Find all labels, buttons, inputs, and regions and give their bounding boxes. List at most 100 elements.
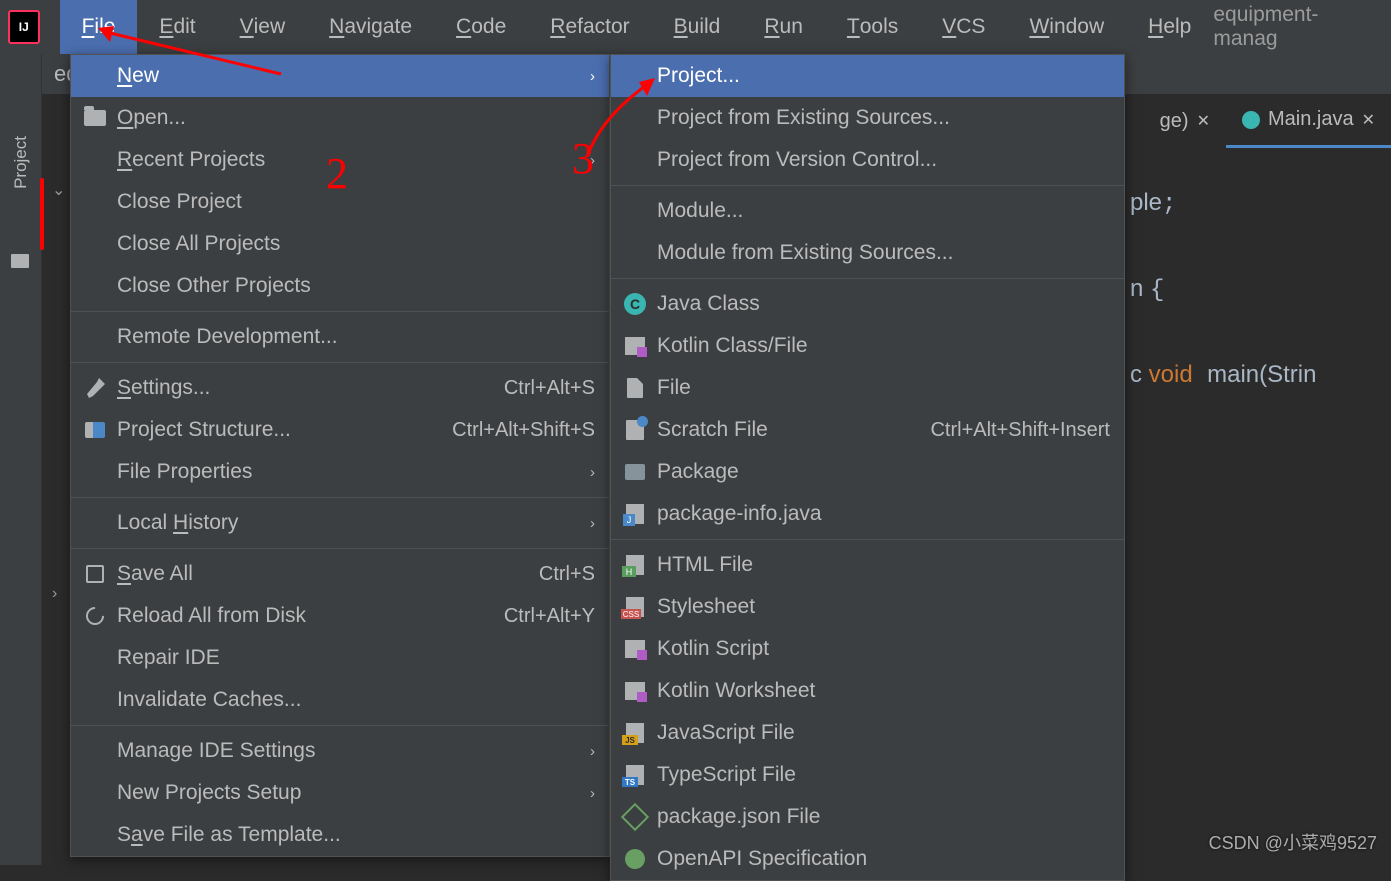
new-menu-item-9[interactable]: File bbox=[611, 367, 1124, 409]
tool-window-sidebar: Project bbox=[0, 54, 42, 865]
tree-expand-icon[interactable]: › bbox=[52, 585, 57, 603]
menu-navigate[interactable]: Navigate bbox=[307, 0, 434, 54]
css-icon bbox=[623, 595, 647, 619]
menu-item-label: Reload All from Disk bbox=[117, 604, 306, 628]
close-icon[interactable]: ✕ bbox=[1197, 111, 1210, 131]
new-menu-item-8[interactable]: Kotlin Class/File bbox=[611, 325, 1124, 367]
menu-item-label: OpenAPI Specification bbox=[657, 847, 867, 871]
shortcut-label: Ctrl+Alt+Shift+Insert bbox=[930, 419, 1110, 442]
menu-code[interactable]: Code bbox=[434, 0, 528, 54]
menu-item-label: TypeScript File bbox=[657, 763, 796, 787]
file-menu-item-13[interactable]: Local History› bbox=[71, 502, 609, 544]
new-menu-item-12[interactable]: package-info.java bbox=[611, 493, 1124, 535]
file-menu-item-0[interactable]: New› bbox=[71, 55, 609, 97]
menubar: IJ FileEditViewNavigateCodeRefactorBuild… bbox=[0, 0, 1391, 54]
new-menu-item-1[interactable]: Project from Existing Sources... bbox=[611, 97, 1124, 139]
menu-view[interactable]: View bbox=[218, 0, 308, 54]
java-class-icon bbox=[1242, 111, 1260, 129]
editor-tab-active[interactable]: Main.java ✕ bbox=[1226, 94, 1391, 148]
file-menu-item-7[interactable]: Remote Development... bbox=[71, 316, 609, 358]
scratch-icon bbox=[623, 418, 647, 442]
new-menu-item-18[interactable]: JavaScript File bbox=[611, 712, 1124, 754]
code-editor[interactable]: ple; n { c void main(Strin bbox=[1130, 182, 1316, 398]
file-menu-item-15[interactable]: Save AllCtrl+S bbox=[71, 553, 609, 595]
shortcut-label: Ctrl+Alt+Shift+S bbox=[452, 419, 595, 442]
menu-edit[interactable]: Edit bbox=[137, 0, 217, 54]
k-icon bbox=[623, 679, 647, 703]
menu-help[interactable]: Help bbox=[1126, 0, 1213, 54]
new-menu-item-17[interactable]: Kotlin Worksheet bbox=[611, 670, 1124, 712]
new-menu-item-15[interactable]: Stylesheet bbox=[611, 586, 1124, 628]
submenu-arrow-icon: › bbox=[590, 515, 595, 532]
file-menu-item-9[interactable]: Settings...Ctrl+Alt+S bbox=[71, 367, 609, 409]
html-icon bbox=[623, 553, 647, 577]
file-menu-item-22[interactable]: Save File as Template... bbox=[71, 814, 609, 856]
menu-item-label: Project Structure... bbox=[117, 418, 291, 442]
file-menu-item-10[interactable]: Project Structure... Ctrl+Alt+Shift+S bbox=[71, 409, 609, 451]
new-menu-item-19[interactable]: TypeScript File bbox=[611, 754, 1124, 796]
tree-expand-icon[interactable]: ⌄ bbox=[52, 180, 65, 200]
file-menu-item-1[interactable]: Open... bbox=[71, 97, 609, 139]
menu-file[interactable]: File bbox=[60, 0, 138, 54]
menu-item-label: Project from Version Control... bbox=[657, 148, 937, 172]
menu-item-label: Module... bbox=[657, 199, 743, 223]
new-menu-item-2[interactable]: Project from Version Control... bbox=[611, 139, 1124, 181]
menu-item-label: New Projects Setup bbox=[117, 781, 301, 805]
menu-item-label: Kotlin Class/File bbox=[657, 334, 808, 358]
menu-build[interactable]: Build bbox=[652, 0, 743, 54]
menu-item-label: package-info.java bbox=[657, 502, 822, 526]
new-menu-item-11[interactable]: Package bbox=[611, 451, 1124, 493]
project-tool-label[interactable]: Project bbox=[11, 136, 31, 189]
file-menu-item-21[interactable]: New Projects Setup› bbox=[71, 772, 609, 814]
menu-item-label: Scratch File bbox=[657, 418, 768, 442]
ts-icon bbox=[623, 763, 647, 787]
menu-item-label: Settings... bbox=[117, 376, 210, 400]
new-menu-item-10[interactable]: Scratch File Ctrl+Alt+Shift+Insert bbox=[611, 409, 1124, 451]
reload-icon bbox=[83, 604, 107, 628]
file-menu-item-20[interactable]: Manage IDE Settings› bbox=[71, 730, 609, 772]
new-menu-item-16[interactable]: Kotlin Script bbox=[611, 628, 1124, 670]
menu-item-label: HTML File bbox=[657, 553, 753, 577]
menu-item-label: File Properties bbox=[117, 460, 252, 484]
new-menu-item-5[interactable]: Module from Existing Sources... bbox=[611, 232, 1124, 274]
watermark: CSDN @小菜鸡9527 bbox=[1209, 829, 1377, 855]
new-menu-item-0[interactable]: Project... bbox=[611, 55, 1124, 97]
js-icon bbox=[623, 721, 647, 745]
new-menu-item-20[interactable]: package.json File bbox=[611, 796, 1124, 838]
wrench-icon bbox=[83, 376, 107, 400]
menu-item-label: Project... bbox=[657, 64, 740, 88]
file-menu-item-11[interactable]: File Properties› bbox=[71, 451, 609, 493]
menu-tools[interactable]: Tools bbox=[825, 0, 920, 54]
node-icon bbox=[623, 805, 647, 829]
struct-icon bbox=[83, 418, 107, 442]
new-menu-item-4[interactable]: Module... bbox=[611, 190, 1124, 232]
file-menu-item-17[interactable]: Repair IDE bbox=[71, 637, 609, 679]
menu-vcs[interactable]: VCS bbox=[920, 0, 1007, 54]
menu-item-label: package.json File bbox=[657, 805, 820, 829]
folder-icon[interactable] bbox=[11, 254, 29, 268]
menu-window[interactable]: Window bbox=[1007, 0, 1126, 54]
file-menu-dropdown: New›Open...Recent Projects›Close Project… bbox=[70, 54, 610, 857]
close-icon[interactable]: ✕ bbox=[1362, 110, 1375, 130]
menu-item-label: Project from Existing Sources... bbox=[657, 106, 950, 130]
project-name-label: equipment-manag bbox=[1213, 3, 1383, 51]
new-menu-item-14[interactable]: HTML File bbox=[611, 544, 1124, 586]
menu-item-label: Kotlin Script bbox=[657, 637, 769, 661]
folder-icon bbox=[83, 106, 107, 130]
editor-tab[interactable]: ge) ✕ bbox=[1144, 94, 1226, 148]
separator bbox=[71, 725, 609, 726]
c-icon: C bbox=[623, 292, 647, 316]
menu-item-label: Package bbox=[657, 460, 739, 484]
separator bbox=[71, 311, 609, 312]
menu-refactor[interactable]: Refactor bbox=[528, 0, 651, 54]
file-menu-item-16[interactable]: Reload All from DiskCtrl+Alt+Y bbox=[71, 595, 609, 637]
file-menu-item-3[interactable]: Close Project bbox=[71, 181, 609, 223]
file-menu-item-18[interactable]: Invalidate Caches... bbox=[71, 679, 609, 721]
file-menu-item-2[interactable]: Recent Projects› bbox=[71, 139, 609, 181]
save-icon bbox=[83, 562, 107, 586]
file-menu-item-4[interactable]: Close All Projects bbox=[71, 223, 609, 265]
menu-run[interactable]: Run bbox=[742, 0, 825, 54]
file-menu-item-5[interactable]: Close Other Projects bbox=[71, 265, 609, 307]
new-menu-item-21[interactable]: OpenAPI Specification bbox=[611, 838, 1124, 880]
new-menu-item-7[interactable]: CJava Class bbox=[611, 283, 1124, 325]
